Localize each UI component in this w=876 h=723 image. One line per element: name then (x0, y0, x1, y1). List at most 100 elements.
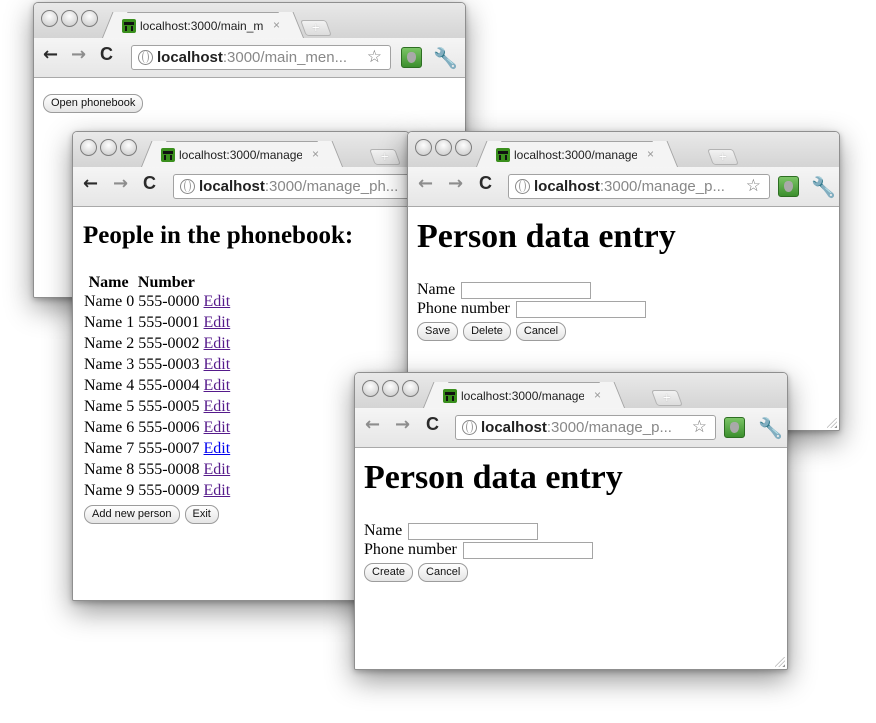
back-arrow-icon[interactable]: ← (83, 173, 98, 194)
person-name-cell: Name 7 (84, 440, 135, 457)
reload-icon[interactable]: C (479, 173, 492, 194)
edit-link[interactable]: Edit (204, 377, 231, 394)
bookmark-star-icon[interactable]: ☆ (746, 176, 761, 196)
window-controls (80, 139, 137, 156)
minimize-window-button[interactable] (382, 380, 399, 397)
page-title: Person data entry (417, 218, 676, 255)
browser-tab[interactable]: localhost:3000/main_menu/ × (116, 12, 290, 39)
evernote-extension-icon[interactable] (778, 176, 799, 197)
zoom-window-button[interactable] (402, 380, 419, 397)
address-bar[interactable]: localhost:3000/main_men... ☆ (131, 45, 391, 70)
plus-icon: + (662, 389, 671, 405)
close-window-button[interactable] (41, 10, 58, 27)
phone-input[interactable] (515, 300, 646, 318)
edit-link[interactable]: Edit (204, 419, 231, 436)
edit-link[interactable]: Edit (204, 293, 231, 310)
zoom-window-button[interactable] (81, 10, 98, 27)
wrench-icon[interactable]: 🔧 (811, 175, 836, 199)
forward-arrow-icon[interactable]: → (71, 44, 86, 65)
column-header-number: Number (137, 274, 195, 291)
plus-icon: + (718, 148, 727, 164)
wrench-icon[interactable]: 🔧 (758, 416, 783, 440)
back-arrow-icon[interactable]: ← (43, 44, 58, 65)
browser-tab[interactable]: localhost:3000/manage_pho × (490, 141, 664, 168)
close-window-button[interactable] (80, 139, 97, 156)
edit-link[interactable]: Edit (204, 356, 231, 373)
back-arrow-icon[interactable]: ← (365, 414, 380, 435)
address-url: localhost:3000/main_men... (157, 49, 348, 66)
tab-close-icon[interactable]: × (312, 147, 319, 161)
minimize-window-button[interactable] (61, 10, 78, 27)
bookmark-star-icon[interactable]: ☆ (692, 417, 707, 437)
edit-link[interactable]: Edit (204, 335, 231, 352)
new-tab-button[interactable]: + (651, 389, 683, 406)
tab-title: localhost:3000/main_menu/ (140, 19, 263, 33)
table-row: Name 8 555-0008 Edit (84, 460, 230, 481)
name-input[interactable] (461, 281, 592, 299)
close-window-button[interactable] (362, 380, 379, 397)
delete-button[interactable]: Delete (463, 322, 511, 341)
create-button[interactable]: Create (364, 563, 414, 582)
cancel-button[interactable]: Cancel (515, 322, 567, 341)
person-name-cell: Name 2 (84, 335, 135, 352)
wrench-icon[interactable]: 🔧 (433, 46, 458, 70)
phone-input[interactable] (462, 541, 593, 559)
minimize-window-button[interactable] (435, 139, 452, 156)
resize-grip-icon[interactable] (827, 418, 837, 428)
person-name-cell: Name 8 (84, 461, 135, 478)
cancel-button[interactable]: Cancel (418, 563, 469, 582)
address-bar[interactable]: localhost:3000/manage_ph... (173, 174, 409, 199)
person-number-cell: 555-0003 (138, 356, 200, 373)
table-row: Name 1 555-0001 Edit (84, 313, 230, 334)
edit-link[interactable]: Edit (204, 440, 231, 457)
tab-close-icon[interactable]: × (594, 388, 601, 402)
address-url: localhost:3000/manage_p... (534, 178, 725, 195)
address-bar[interactable]: localhost:3000/manage_p... ☆ (455, 415, 716, 440)
reload-icon[interactable]: C (100, 44, 113, 65)
zoom-window-button[interactable] (120, 139, 137, 156)
address-bar[interactable]: localhost:3000/manage_p... ☆ (508, 174, 770, 199)
browser-tab[interactable]: localhost:3000/manage_pho × (155, 141, 329, 168)
person-number-cell: 555-0009 (138, 482, 200, 499)
zoom-window-button[interactable] (455, 139, 472, 156)
new-tab-button[interactable]: + (300, 19, 332, 36)
resize-grip-icon[interactable] (775, 657, 785, 667)
edit-link[interactable]: Edit (204, 314, 231, 331)
new-tab-button[interactable]: + (707, 148, 739, 165)
person-name-cell: Name 6 (84, 419, 135, 436)
site-favicon-icon (496, 148, 510, 162)
person-name-cell: Name 4 (84, 377, 135, 394)
globe-icon (180, 179, 195, 194)
plus-icon: + (311, 19, 320, 35)
edit-link[interactable]: Edit (204, 461, 231, 478)
site-favicon-icon (443, 389, 457, 403)
evernote-extension-icon[interactable] (401, 47, 422, 68)
minimize-window-button[interactable] (100, 139, 117, 156)
save-button[interactable]: Save (417, 322, 459, 341)
close-window-button[interactable] (415, 139, 432, 156)
back-arrow-icon[interactable]: ← (418, 173, 433, 194)
phonebook-table: Name Number Name 0 555-0000 Edit Name 1 555-… (84, 273, 230, 502)
open-phonebook-button[interactable]: Open phonebook (43, 94, 144, 113)
site-favicon-icon (122, 19, 136, 33)
reload-icon[interactable]: C (143, 173, 156, 194)
page-title: People in the phonebook: (83, 222, 354, 249)
exit-button[interactable]: Exit (184, 505, 219, 524)
tab-title: localhost:3000/manage_pho (461, 389, 584, 403)
edit-link[interactable]: Edit (204, 482, 231, 499)
person-name-cell: Name 9 (84, 482, 135, 499)
new-tab-button[interactable]: + (369, 148, 401, 165)
bookmark-star-icon[interactable]: ☆ (367, 47, 382, 67)
tab-close-icon[interactable]: × (647, 147, 654, 161)
add-new-person-button[interactable]: Add new person (84, 505, 180, 524)
tab-close-icon[interactable]: × (273, 18, 280, 32)
edit-link[interactable]: Edit (204, 398, 231, 415)
forward-arrow-icon[interactable]: → (113, 173, 128, 194)
browser-tab[interactable]: localhost:3000/manage_pho × (437, 382, 611, 409)
forward-arrow-icon[interactable]: → (395, 414, 410, 435)
forward-arrow-icon[interactable]: → (448, 173, 463, 194)
reload-icon[interactable]: C (426, 414, 439, 435)
name-field-row: Name (364, 522, 593, 540)
name-input[interactable] (408, 522, 539, 540)
evernote-extension-icon[interactable] (724, 417, 745, 438)
